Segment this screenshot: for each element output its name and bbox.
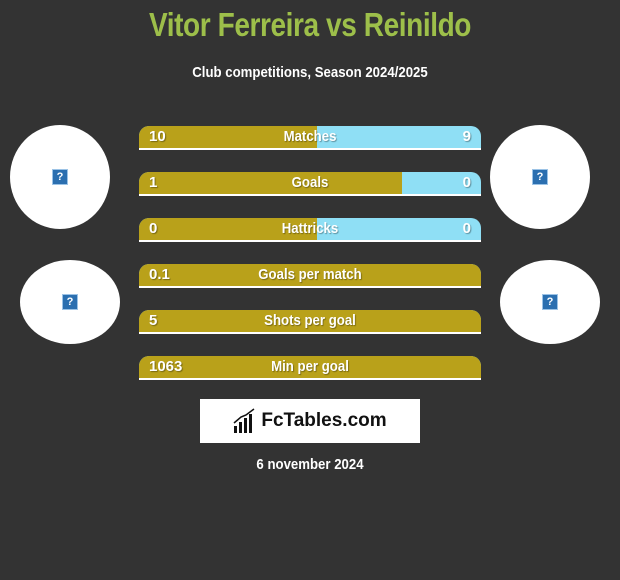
player-left-avatar: ? (10, 125, 110, 229)
stat-label: Hattricks (281, 220, 339, 237)
stat-row-matches: 10 Matches 9 (139, 126, 481, 150)
club-right-logo: ? (500, 260, 600, 344)
stat-row-goals: 1 Goals 0 (139, 172, 481, 196)
right-value: 0 (462, 220, 471, 237)
page-title: Vitor Ferreira vs Reinildo (148, 6, 472, 43)
left-value: 0 (149, 220, 158, 237)
right-value: 0 (462, 174, 471, 191)
page-subtitle: Club competitions, Season 2024/2025 (192, 64, 428, 81)
left-value: 1 (149, 174, 158, 191)
broken-image-icon: ? (52, 169, 68, 185)
broken-image-icon: ? (62, 294, 78, 310)
stat-row-shots-per-goal: 5 Shots per goal (139, 310, 481, 334)
stat-row-goals-per-match: 0.1 Goals per match (139, 264, 481, 288)
broken-image-icon: ? (542, 294, 558, 310)
stat-label: Matches (283, 128, 337, 145)
player-right-avatar: ? (490, 125, 590, 229)
stat-label: Shots per goal (264, 312, 356, 329)
date-label: 6 november 2024 (256, 456, 364, 473)
stat-row-hattricks: 0 Hattricks 0 (139, 218, 481, 242)
bar-chart-icon (233, 408, 255, 433)
fctables-logo[interactable]: FcTables.com (200, 399, 420, 443)
stat-row-min-per-goal: 1063 Min per goal (139, 356, 481, 380)
stat-label: Goals per match (258, 266, 362, 283)
stat-label: Min per goal (271, 358, 349, 375)
left-value: 5 (149, 312, 158, 329)
stat-label: Goals (291, 174, 329, 191)
club-left-logo: ? (20, 260, 120, 344)
broken-image-icon: ? (532, 169, 548, 185)
right-value: 9 (462, 128, 471, 145)
logo-text: FcTables.com (261, 410, 387, 431)
